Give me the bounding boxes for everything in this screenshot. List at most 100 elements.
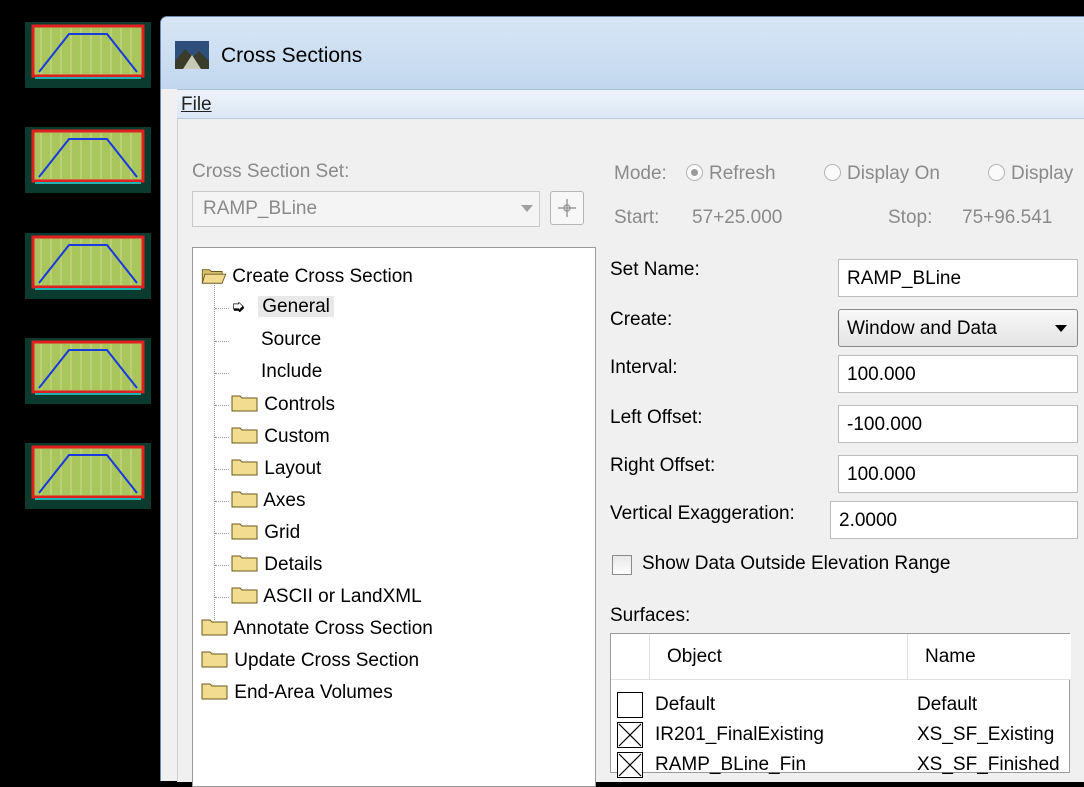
x-mark-icon (618, 723, 642, 747)
folder-icon (201, 651, 228, 668)
set-name-label: Set Name: (610, 259, 700, 280)
cross-section-thumbnail (25, 22, 151, 88)
pick-set-button[interactable] (550, 191, 584, 225)
mode-radio-display[interactable]: Display (988, 163, 1073, 185)
tree-item-annotate-cross-section[interactable]: Annotate Cross Section (201, 617, 433, 640)
surfaces-table[interactable]: Object Name Default Default IR201_FinalE… (610, 633, 1071, 778)
cross-section-thumbnail (25, 127, 151, 193)
start-label: Start: (614, 207, 660, 228)
right-offset-input[interactable]: 100.000 (838, 455, 1078, 493)
tree-item-update-cross-section[interactable]: Update Cross Section (201, 649, 419, 672)
surface-checkbox[interactable] (617, 692, 643, 718)
folder-icon (231, 523, 258, 540)
start-value: 57+25.000 (692, 207, 783, 228)
interval-label: Interval: (610, 357, 678, 378)
surface-name: XS_SF_Finished (917, 754, 1060, 775)
tree-item-details[interactable]: Details (231, 553, 322, 576)
surfaces-label: Surfaces: (610, 605, 691, 626)
tree-item-grid[interactable]: Grid (231, 521, 300, 544)
mode-label: Mode: (614, 163, 667, 184)
column-divider (907, 634, 908, 680)
menu-bar: File (177, 89, 1084, 119)
vertical-exaggeration-label: Vertical Exaggeration: (610, 503, 795, 524)
cross-section-thumbnail (25, 233, 151, 299)
radio-icon (988, 164, 1005, 181)
column-header-object[interactable]: Object (667, 646, 722, 668)
left-offset-input[interactable]: -100.000 (838, 405, 1078, 443)
tree-connector (215, 469, 229, 470)
column-divider (649, 634, 650, 680)
window-title: Cross Sections (221, 44, 363, 67)
app-icon (175, 41, 209, 69)
folder-open-icon (201, 269, 227, 284)
surface-object: Default (655, 694, 716, 715)
cross-section-thumbnail (25, 338, 151, 404)
settings-tree[interactable]: Create Cross Section ➭ General Source In… (192, 247, 596, 787)
stop-value: 75+96.541 (962, 207, 1053, 228)
tree-connector (214, 280, 215, 620)
surface-checkbox[interactable] (617, 752, 643, 778)
folder-icon (201, 619, 228, 636)
cross-section-thumbnail (25, 443, 151, 509)
folder-icon (231, 395, 258, 412)
chevron-down-icon (521, 205, 533, 212)
tree-connector (215, 308, 229, 309)
chevron-down-icon (1055, 325, 1067, 332)
stop-label: Stop: (888, 207, 933, 228)
set-name-input[interactable]: RAMP_BLine (838, 259, 1078, 297)
interval-input[interactable]: 100.000 (838, 355, 1078, 393)
folder-icon (231, 555, 258, 572)
tree-item-general[interactable]: ➭ General (231, 296, 334, 318)
surface-name: XS_SF_Existing (917, 724, 1055, 745)
tree-connector (215, 501, 229, 502)
tree-connector (215, 597, 229, 598)
tree-connector (215, 341, 229, 342)
tree-item-axes[interactable]: Axes (231, 489, 305, 512)
table-row[interactable]: RAMP_BLine_Fin XS_SF_Finished (611, 750, 1071, 780)
cross-section-set-value: RAMP_BLine (203, 198, 318, 219)
tree-item-include[interactable]: Include (261, 361, 322, 383)
cross-section-set-combo[interactable]: RAMP_BLine (192, 191, 540, 227)
show-data-label: Show Data Outside Elevation Range (642, 553, 951, 574)
folder-icon (231, 427, 258, 444)
radio-selected-icon (686, 164, 703, 181)
column-header-name[interactable]: Name (925, 646, 976, 668)
x-mark-icon (618, 753, 642, 777)
surfaces-table-header: Object Name (611, 634, 1071, 680)
tree-item-custom[interactable]: Custom (231, 425, 330, 448)
tree-connector (215, 565, 229, 566)
tree-item-end-area-volumes[interactable]: End-Area Volumes (201, 681, 393, 704)
tree-item-controls[interactable]: Controls (231, 393, 335, 416)
crosshair-icon (558, 199, 576, 217)
cross-section-set-label: Cross Section Set: (192, 161, 350, 182)
vertical-exaggeration-input[interactable]: 2.0000 (830, 501, 1078, 539)
dialog-content: Cross Section Set: RAMP_BLine Mode: Refr… (177, 119, 1084, 787)
table-row[interactable]: Default Default (611, 690, 1071, 720)
tree-item-ascii-landxml[interactable]: ASCII or LandXML (231, 585, 422, 608)
arrow-right-icon: ➭ (231, 297, 246, 316)
menu-file[interactable]: File (181, 94, 212, 116)
mode-radio-display-on[interactable]: Display On (824, 163, 940, 185)
cross-sections-window: Cross Sections File Cross Section Set: R… (160, 16, 1084, 787)
tree-connector (215, 405, 229, 406)
folder-icon (201, 683, 228, 700)
surface-name: Default (917, 694, 978, 715)
folder-icon (231, 491, 258, 508)
tree-item-create-cross-section[interactable]: Create Cross Section (201, 266, 413, 288)
tree-item-layout[interactable]: Layout (231, 457, 321, 480)
create-label: Create: (610, 309, 673, 330)
show-data-checkbox[interactable] (612, 555, 632, 575)
surface-checkbox[interactable] (617, 722, 643, 748)
create-dropdown-value: Window and Data (847, 318, 997, 339)
create-dropdown[interactable]: Window and Data (838, 309, 1078, 347)
mode-radio-refresh[interactable]: Refresh (686, 163, 776, 185)
title-bar[interactable]: Cross Sections (161, 17, 1084, 89)
tree-connector (215, 533, 229, 534)
folder-icon (231, 587, 258, 604)
folder-icon (231, 459, 258, 476)
surface-object: IR201_FinalExisting (655, 724, 824, 745)
tree-connector (215, 437, 229, 438)
tree-item-source[interactable]: Source (261, 329, 321, 351)
table-row[interactable]: IR201_FinalExisting XS_SF_Existing (611, 720, 1071, 750)
left-offset-label: Left Offset: (610, 407, 703, 428)
